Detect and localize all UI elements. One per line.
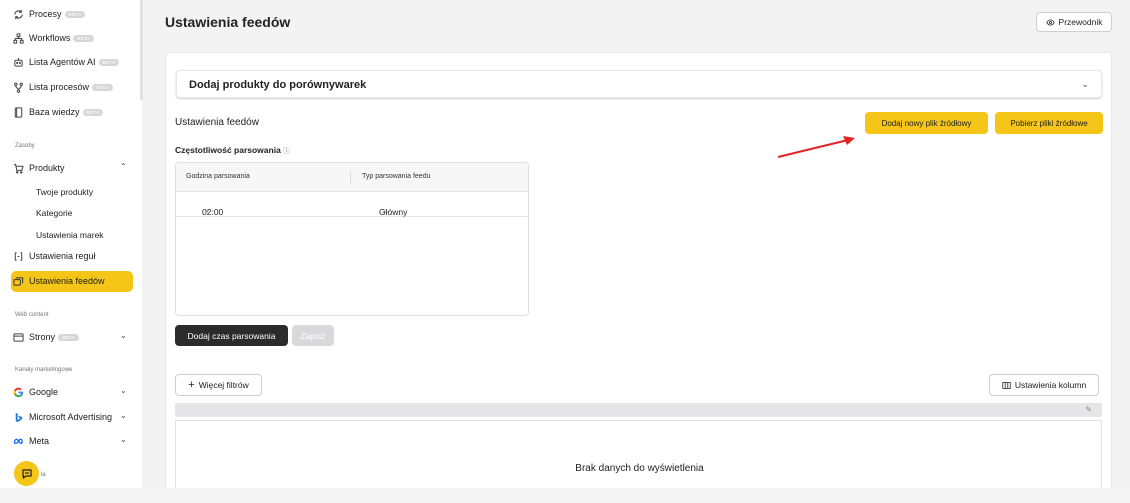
section-label-zasoby: Zasoby — [15, 143, 35, 149]
sidebar-item-workflows[interactable]: Workflows BETA — [11, 28, 94, 48]
google-icon — [11, 385, 25, 399]
chat-button[interactable] — [14, 461, 39, 486]
feed-icon — [11, 274, 25, 288]
beta-badge: BETA — [58, 333, 79, 341]
sidebar-item-baza-wiedzy[interactable]: Baza wiedzy BETA — [11, 102, 104, 122]
rules-icon — [11, 249, 25, 263]
section-label-kanaly: Kanały marketingowe — [15, 367, 73, 373]
more-filters-label: Więcej filtrów — [198, 380, 249, 390]
sidebar-item-microsoft[interactable]: Microsoft Advertising — [11, 407, 112, 427]
beta-badge: BETA — [64, 10, 86, 18]
help-icon[interactable]: ⓘ — [283, 148, 290, 155]
chevron-down-icon[interactable]: ⌄ — [120, 435, 127, 444]
sidebar-item-ustawienia-feedow[interactable]: Ustawienia feedów — [11, 271, 105, 291]
flow-icon — [11, 31, 25, 45]
parsing-table: Godzina parsowania Typ parsowania feedu … — [175, 162, 529, 316]
guide-label: Przewodnik — [1058, 17, 1103, 27]
chevron-down-icon[interactable]: ⌄ — [120, 411, 127, 420]
table-header: Godzina parsowania Typ parsowania feedu — [176, 163, 528, 192]
sidebar-item-produkty[interactable]: Produkty — [11, 158, 65, 178]
download-source-files-button[interactable]: Pobierz pliki źródłowe — [995, 112, 1103, 134]
parsing-frequency-text: Częstotliwość parsowania — [175, 145, 281, 155]
beta-badge: BETA — [98, 58, 120, 66]
sync-icon — [11, 7, 25, 21]
column-header-type: Typ parsowania feedu — [362, 173, 431, 180]
beta-badge: BETA — [92, 83, 113, 91]
sidebar-item-google[interactable]: Google — [11, 382, 58, 402]
beta-badge: BETA — [73, 34, 94, 42]
grid-header-bar: ✎ — [175, 403, 1102, 417]
page-title: Ustawienia feedów — [165, 14, 291, 30]
sidebar-item-label: Produkty — [29, 163, 65, 173]
table-row: 02:00 ⌄ Główny ⌄ — [176, 193, 528, 217]
sidebar-item-label: Google — [29, 387, 59, 397]
sidebar-item-label: Ustawienia feedów — [29, 276, 105, 286]
guide-button[interactable]: Przewodnik — [1036, 12, 1112, 32]
more-filters-button[interactable]: + Więcej filtrów — [175, 374, 262, 396]
chevron-down-icon: ⌄ — [205, 208, 211, 214]
beta-badge: BETA — [82, 108, 104, 116]
eye-icon — [1045, 18, 1055, 26]
parsing-frequency-label: Częstotliwość parsowania ⓘ — [175, 145, 290, 156]
sidebar-item-label: Baza wiedzy — [29, 107, 80, 117]
chat-icon — [21, 468, 32, 479]
bottom-strip — [0, 488, 1130, 503]
sidebar-partial-text: ła — [41, 472, 46, 478]
sidebar-item-lista-procesow[interactable]: Lista procesów BETA — [11, 77, 113, 97]
sidebar-item-label: Lista Agentów AI — [29, 57, 96, 67]
window-icon — [11, 330, 25, 344]
sidebar-subitem-kategorie[interactable]: Kategorie — [36, 208, 72, 218]
sidebar-item-ustawienia-regul[interactable]: Ustawienia reguł — [11, 246, 96, 266]
sidebar-scrollbar[interactable] — [140, 0, 143, 100]
column-settings-label: Ustawienia kolumn — [1014, 380, 1087, 390]
accordion-comparison-sites[interactable]: Dodaj produkty do porównywarek ⌄ — [176, 70, 1102, 98]
sidebar-item-label: Procesy — [29, 9, 62, 19]
robot-icon — [11, 55, 25, 69]
sidebar-item-label: Ustawienia reguł — [29, 251, 96, 261]
sidebar: Procesy BETA Workflows BETA Lista Agentó… — [0, 0, 143, 503]
sidebar-item-strony[interactable]: Strony BETA — [11, 327, 79, 347]
sidebar-item-label: Workflows — [29, 33, 71, 43]
section-title: Ustawienia feedów — [175, 117, 259, 128]
column-settings-button[interactable]: Ustawienia kolumn — [989, 374, 1099, 396]
plus-icon: + — [188, 379, 195, 391]
chevron-up-icon[interactable]: ⌃ — [120, 162, 127, 171]
chevron-down-icon: ⌄ — [382, 208, 388, 214]
sidebar-item-agenci[interactable]: Lista Agentów AI BETA — [11, 52, 120, 72]
column-header-time: Godzina parsowania — [186, 173, 250, 180]
add-parsing-time-button[interactable]: Dodaj czas parsowania — [175, 325, 288, 346]
chevron-down-icon[interactable]: ⌄ — [120, 331, 127, 340]
sidebar-item-label: Lista procesów — [29, 82, 90, 92]
chevron-down-icon[interactable]: ⌄ — [120, 386, 127, 395]
chevron-down-icon: ⌄ — [1081, 79, 1089, 89]
column-separator — [350, 172, 351, 183]
add-source-file-button[interactable]: Dodaj nowy plik źródłowy — [865, 112, 988, 134]
sidebar-item-label: Strony — [29, 332, 56, 342]
cart-icon — [11, 161, 25, 175]
sidebar-subitem-ustawienia-marek[interactable]: Ustawienia marek — [36, 230, 104, 240]
red-arrow-annotation — [777, 136, 855, 158]
pencil-icon[interactable]: ✎ — [1085, 405, 1092, 414]
branch-icon — [11, 80, 25, 94]
columns-icon — [1002, 381, 1011, 389]
sidebar-item-label: Meta — [29, 436, 50, 446]
empty-state-text: Brak danych do wyświetlenia — [575, 463, 704, 474]
accordion-title: Dodaj produkty do porównywarek — [189, 79, 367, 91]
sidebar-item-meta[interactable]: Meta — [11, 431, 49, 451]
book-icon — [11, 105, 25, 119]
bing-icon — [11, 410, 25, 424]
meta-icon — [11, 434, 25, 448]
sidebar-item-procesy[interactable]: Procesy BETA — [11, 4, 86, 24]
sidebar-subitem-twoje-produkty[interactable]: Twoje produkty — [36, 187, 93, 197]
section-label-web-content: Web content — [15, 312, 49, 318]
sidebar-item-label: Microsoft Advertising — [29, 412, 113, 422]
save-button[interactable]: Zapisz — [292, 325, 334, 346]
